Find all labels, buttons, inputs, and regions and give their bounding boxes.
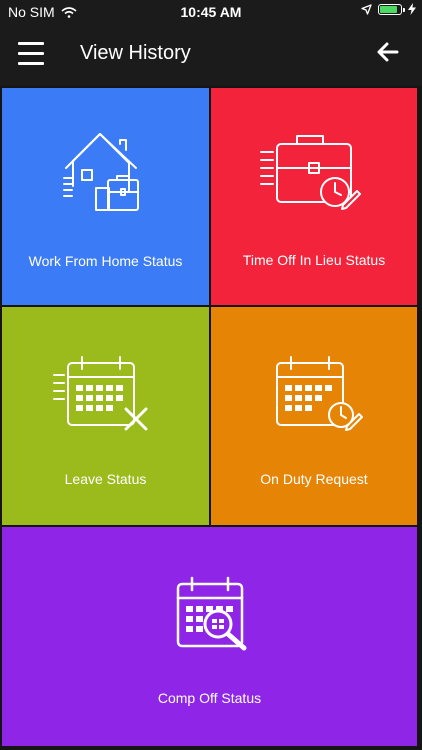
house-briefcase-icon — [63, 133, 139, 211]
briefcase-clock-icon — [260, 135, 361, 210]
work-from-home-status-tile[interactable]: Work From Home Status — [2, 88, 209, 305]
leave-status-tile[interactable]: Leave Status — [2, 307, 209, 525]
status-time: 10:45 AM — [180, 4, 242, 20]
calendar-search-icon — [176, 576, 247, 651]
comp-off-status-tile[interactable]: Comp Off Status — [2, 527, 417, 746]
back-arrow-icon[interactable] — [376, 40, 400, 64]
page-title: View History — [80, 42, 191, 64]
calendar-cross-icon — [53, 356, 148, 431]
location-arrow-icon — [361, 3, 372, 15]
status-bar: No SIM 10:45 AM — [0, 0, 422, 24]
leave-status-label: Leave Status — [64, 471, 147, 487]
history-grid: Work From Home Status Time Off In Lieu S… — [0, 86, 422, 750]
status-right — [361, 3, 416, 15]
time-off-in-lieu-status-tile[interactable]: Time Off In Lieu Status — [211, 88, 417, 305]
on-duty-request-tile[interactable]: On Duty Request — [211, 307, 417, 525]
charging-bolt-icon — [408, 3, 416, 15]
calendar-clock-icon — [276, 356, 363, 431]
hamburger-menu-icon[interactable] — [18, 42, 44, 66]
navigation-bar: View History — [0, 24, 422, 84]
on-duty-request-label: On Duty Request — [260, 471, 368, 487]
time-off-in-lieu-status-label: Time Off In Lieu Status — [242, 252, 386, 268]
work-from-home-status-label: Work From Home Status — [28, 253, 183, 269]
battery-icon — [378, 3, 405, 15]
comp-off-status-label: Comp Off Status — [157, 690, 262, 706]
